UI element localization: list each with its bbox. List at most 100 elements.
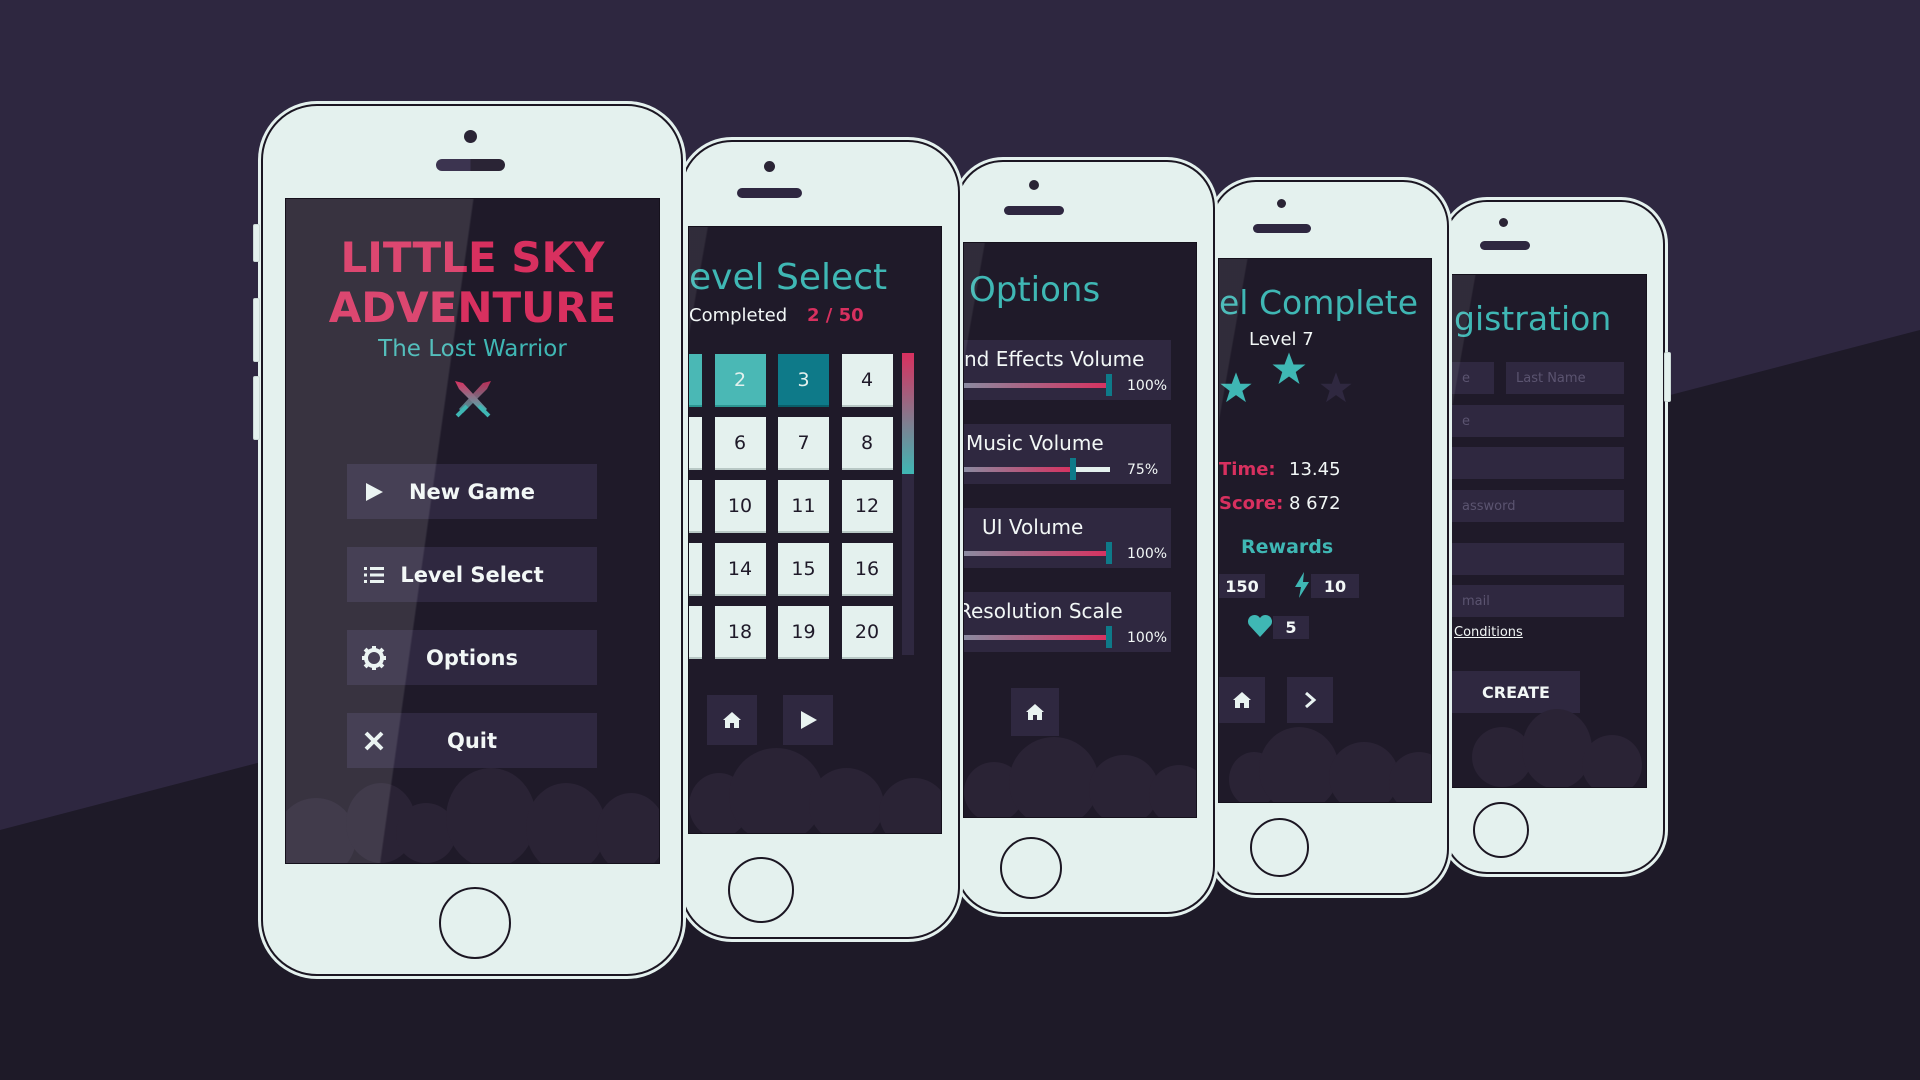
speaker xyxy=(737,188,802,198)
home-icon xyxy=(1233,692,1251,708)
level-tile-8[interactable]: 8 xyxy=(841,417,893,470)
camera xyxy=(1277,199,1286,208)
setting-row: Resolution Scale 100% xyxy=(964,592,1171,652)
next-level-button[interactable] xyxy=(1287,677,1333,723)
home-button-hardware[interactable] xyxy=(728,857,794,923)
star-filled-icon xyxy=(1271,351,1307,391)
email-field[interactable] xyxy=(1452,543,1624,575)
slider-fill xyxy=(964,635,1110,640)
setting-value: 75% xyxy=(1127,462,1159,478)
level-number: 16 xyxy=(854,557,880,580)
slider-fill xyxy=(964,467,1074,472)
terms-link[interactable]: Conditions xyxy=(1454,625,1523,640)
home-button[interactable] xyxy=(1473,802,1529,858)
level-scrollbar[interactable] xyxy=(902,353,914,655)
level-complete-title: el Complete xyxy=(1219,283,1418,322)
home-button[interactable] xyxy=(707,695,757,745)
level-tile-7[interactable]: 7 xyxy=(778,417,829,470)
level-tile-6[interactable]: 6 xyxy=(714,417,766,470)
completed-count: 2 / 50 xyxy=(807,305,864,326)
create-button[interactable]: CREATE xyxy=(1452,671,1580,713)
phone-options: Options nd Effects Volume 100% Music Volum… xyxy=(955,160,1215,914)
password-field[interactable] xyxy=(1452,447,1624,479)
level-tile-16[interactable]: 16 xyxy=(841,543,893,596)
level-number: 8 xyxy=(860,431,874,454)
phone-level-select: evel Select Completed 2 / 50 12345678910… xyxy=(680,140,960,939)
score-label: Score: xyxy=(1219,493,1284,514)
level-tile-12[interactable]: 12 xyxy=(841,480,893,533)
scrollbar-thumb[interactable] xyxy=(902,353,914,474)
level-number: 3 xyxy=(797,368,810,391)
home-button[interactable] xyxy=(1011,688,1059,736)
clouds-decoration xyxy=(286,763,659,863)
rewards-title: Rewards xyxy=(1241,536,1334,558)
level-select-title: evel Select xyxy=(689,257,888,298)
level-number: 6 xyxy=(733,431,747,454)
level-tile-1[interactable]: 1 xyxy=(689,354,702,407)
level-tile-20[interactable]: 20 xyxy=(841,606,893,659)
clouds-decoration xyxy=(689,743,941,833)
level-tile-5[interactable]: 5 xyxy=(689,417,702,470)
gear-icon xyxy=(361,645,387,671)
setting-name: Resolution Scale xyxy=(963,599,1123,623)
heart-icon xyxy=(1247,614,1273,638)
confirm-password-field[interactable]: assword xyxy=(1452,490,1624,522)
quit-button[interactable]: Quit xyxy=(347,713,597,768)
side-button xyxy=(1664,352,1671,402)
home-button-hardware[interactable] xyxy=(1000,837,1062,899)
level-tile-13[interactable]: 13 xyxy=(688,543,702,596)
level-number: 11 xyxy=(791,494,816,517)
options-button[interactable]: Options xyxy=(347,630,597,685)
camera xyxy=(764,161,775,172)
level-tile-10[interactable]: 10 xyxy=(714,480,766,533)
setting-value: 100% xyxy=(1127,630,1168,646)
home-button[interactable] xyxy=(1219,677,1265,723)
home-button-hardware[interactable] xyxy=(1250,818,1309,877)
level-tile-15[interactable]: 15 xyxy=(778,543,829,596)
registration-screen: gistration e Last Name e assword mail Co… xyxy=(1451,274,1647,788)
level-number: 13 xyxy=(688,558,689,580)
slider-fill xyxy=(964,383,1110,388)
level-tile-18[interactable]: 18 xyxy=(714,606,766,659)
level-number: 14 xyxy=(727,557,753,580)
level-select-button[interactable]: Level Select xyxy=(347,547,597,602)
slider-handle[interactable] xyxy=(1069,458,1076,480)
level-tile-17[interactable]: 17 xyxy=(688,606,702,659)
phone-main-menu: LITTLE SKY ADVENTURE The Lost Warrior Ne… xyxy=(253,104,683,976)
setting-row: Music Volume 75% xyxy=(964,424,1171,484)
first-name-field[interactable]: e xyxy=(1452,362,1494,394)
level-tile-19[interactable]: 19 xyxy=(778,606,829,659)
slider-handle[interactable] xyxy=(1106,542,1112,564)
level-number: 20 xyxy=(854,620,880,643)
confirm-email-field[interactable]: mail xyxy=(1452,585,1624,617)
last-name-field[interactable]: Last Name xyxy=(1506,362,1624,394)
camera xyxy=(1499,218,1508,227)
new-game-button[interactable]: New Game xyxy=(347,464,597,519)
level-tile-11[interactable]: 11 xyxy=(778,480,829,533)
slider-track xyxy=(1073,467,1110,472)
username-field[interactable]: e xyxy=(1452,405,1624,437)
level-label: Level 7 xyxy=(1249,329,1314,350)
play-button[interactable] xyxy=(783,695,833,745)
level-tile-14[interactable]: 14 xyxy=(714,543,766,596)
level-tile-2[interactable]: 2 xyxy=(714,354,766,407)
clouds-decoration xyxy=(1219,712,1431,802)
level-number: 17 xyxy=(688,621,689,643)
create-button-label: CREATE xyxy=(1482,682,1550,702)
options-title: Options xyxy=(969,270,1101,310)
slider-handle[interactable] xyxy=(1106,626,1112,648)
list-icon xyxy=(361,562,387,588)
main-menu-screen: LITTLE SKY ADVENTURE The Lost Warrior Ne… xyxy=(285,198,660,864)
home-button-hardware[interactable] xyxy=(439,887,511,959)
level-select-screen: evel Select Completed 2 / 50 12345678910… xyxy=(688,226,942,834)
slider-handle[interactable] xyxy=(1106,374,1112,396)
level-tile-3[interactable]: 3 xyxy=(778,354,829,407)
chevron-right-icon xyxy=(1305,691,1317,709)
speaker xyxy=(1480,241,1530,250)
star-empty-icon xyxy=(1319,371,1353,409)
time-value: 13.45 xyxy=(1289,459,1341,480)
level-number: 4 xyxy=(860,368,874,391)
level-tile-4[interactable]: 4 xyxy=(841,354,893,407)
setting-row: UI Volume 100% xyxy=(964,508,1171,568)
level-tile-9[interactable]: 9 xyxy=(689,480,702,533)
